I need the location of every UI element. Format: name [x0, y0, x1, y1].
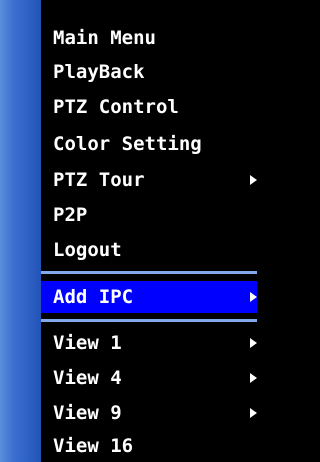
menu-item-label: PlayBack — [53, 61, 145, 83]
menu-divider — [41, 319, 257, 322]
menu-item-playback[interactable]: PlayBack — [41, 56, 257, 88]
submenu-arrow-icon — [250, 175, 257, 185]
submenu-arrow-icon — [250, 408, 257, 418]
submenu-arrow-icon — [250, 292, 257, 302]
menu-divider — [41, 271, 257, 274]
menu-item-p2p[interactable]: P2P — [41, 199, 257, 231]
submenu-arrow-icon — [250, 373, 257, 383]
menu-item-view-16[interactable]: View 16 — [41, 430, 257, 462]
menu-item-label: Main Menu — [53, 27, 156, 49]
menu-item-color-setting[interactable]: Color Setting — [41, 128, 257, 160]
menu-side-band — [0, 0, 41, 462]
menu-item-ptz-tour[interactable]: PTZ Tour — [41, 164, 257, 196]
menu-item-label: View 9 — [53, 402, 122, 424]
menu-item-label: View 16 — [53, 435, 134, 457]
menu-item-ptz-control[interactable]: PTZ Control — [41, 91, 257, 123]
menu-item-label: View 4 — [53, 367, 122, 389]
menu-item-label: Add IPC — [53, 286, 134, 308]
menu-item-add-ipc[interactable]: Add IPC — [41, 281, 257, 313]
menu-item-label: P2P — [53, 204, 88, 226]
menu-item-view-9[interactable]: View 9 — [41, 397, 257, 429]
menu-item-logout[interactable]: Logout — [41, 234, 257, 266]
menu-item-main-menu[interactable]: Main Menu — [41, 22, 257, 54]
menu-item-label: Logout — [53, 239, 122, 261]
menu-item-label: PTZ Tour — [53, 169, 145, 191]
menu-item-label: View 1 — [53, 332, 122, 354]
submenu-arrow-icon — [250, 338, 257, 348]
menu-item-view-1[interactable]: View 1 — [41, 327, 257, 359]
menu-item-label: Color Setting — [53, 133, 202, 155]
menu-item-label: PTZ Control — [53, 96, 179, 118]
menu-item-view-4[interactable]: View 4 — [41, 362, 257, 394]
context-menu: Main Menu PlayBack PTZ Control Color Set… — [0, 0, 257, 462]
